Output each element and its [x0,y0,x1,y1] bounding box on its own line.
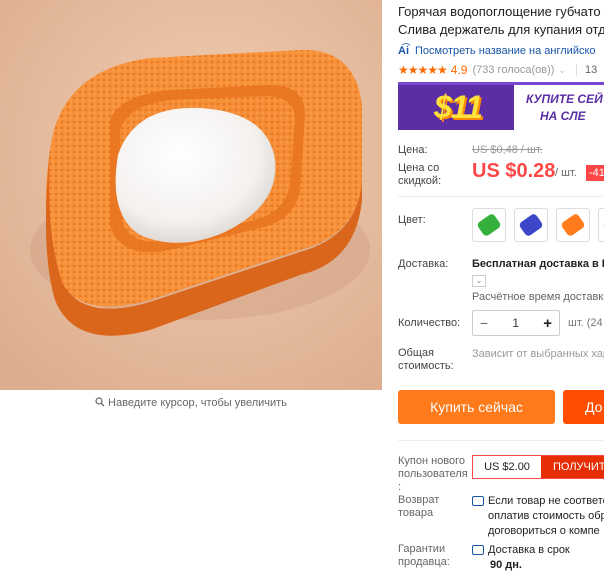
rating-votes[interactable]: (733 голоса(ов)) [472,64,554,76]
translate-icon: A͡i [398,45,409,57]
current-price: US $0.28 [472,160,556,182]
quantity-input[interactable]: 1 [512,316,519,330]
color-label: Цвет: [398,214,426,226]
returns-label: Возврат товара [398,494,439,520]
swatch-fill [518,212,544,238]
magnifier-icon [95,397,105,410]
price-unit: / шт. [555,167,577,179]
divider [575,64,577,76]
quantity-label: Количество: [398,317,461,329]
divider [398,196,604,197]
coupon-box: US $2.00 ПОЛУЧИТ [472,455,604,479]
quantity-available: шт. (24 [568,317,603,329]
orders-count: 13 [584,64,598,76]
rating-row: ★★★★★ 4.9 (733 голоса(ов)) ⌄ 13 [398,63,604,77]
product-title-line: Слива держатель для купания отд [398,22,604,37]
color-swatch-pink[interactable] [598,208,604,242]
warranty-label: Гарантии продавца: [398,543,450,569]
warranty-info-line: Доставка в срок [488,544,570,556]
product-page: Наведите курсор, чтобы увеличить Горячая… [0,0,604,576]
discount-price-row: Цена со скидкой: US $0.28 / шт. -41 [398,160,604,188]
divider [398,440,604,441]
zoom-hint-text: Наведите курсор, чтобы увеличить [108,397,287,409]
promo-text-line: КУПИТЕ СЕЙ [526,92,603,106]
promo-amount: $11 [434,89,483,125]
color-swatch-green[interactable] [472,208,506,242]
color-swatch-blue[interactable] [514,208,548,242]
price-row: Цена: US $0,48 / шт. [398,144,604,157]
swatch-fill [476,212,502,238]
returns-label-line: Возврат [398,494,440,506]
coupon-label-line: пользователя [398,468,468,480]
quantity-minus-button[interactable]: − [480,315,488,331]
buy-now-button[interactable]: Купить сейчас [398,390,555,424]
zoom-hint: Наведите курсор, чтобы увеличить [0,397,382,410]
product-title: Горячая водопоглощение губчато Слива дер… [398,3,604,39]
shipping-method[interactable]: Бесплатная доставка в R [472,258,604,270]
color-swatch-orange[interactable] [556,208,590,242]
returns-info-line: договориться о компе [488,525,600,537]
get-coupon-button[interactable]: ПОЛУЧИТ [541,456,604,478]
total-label-line: Общая [398,347,434,359]
discount-badge: -41 [586,165,604,181]
warranty-info-line: 90 дн. [490,559,522,571]
quantity-stepper: − 1 + [472,310,560,336]
promo-text: КУПИТЕ СЕЙ НА СЛЕ [526,91,604,125]
swatch-fill [560,212,586,238]
return-box-icon [472,496,484,506]
returns-info-line: оплатив стоимость обр [488,510,604,522]
total-label: Общая стоимость: [398,347,454,373]
old-price: US $0,48 / шт. [472,144,543,156]
promo-banner[interactable]: $11 КУПИТЕ СЕЙ НА СЛЕ [398,82,604,130]
coupon-label: Купон нового пользователя : [398,455,468,494]
shipping-estimate: Расчётное время доставки [472,291,604,303]
color-swatches [472,208,604,242]
translate-link-text[interactable]: Посмотреть название на английско [415,45,596,57]
total-note: Зависит от выбранных хар [472,348,604,360]
returns-label-line: товара [398,507,434,519]
translate-link[interactable]: A͡i Посмотреть название на английско [398,45,604,57]
rating-stars: ★★★★★ [398,63,448,77]
returns-info-line: Если товар не соответс [488,495,604,507]
product-image[interactable] [0,0,382,390]
coupon-value: US $2.00 [484,461,530,473]
total-label-line: стоимость: [398,360,454,372]
add-to-cart-button[interactable]: До [563,390,604,424]
quantity-plus-button[interactable]: + [543,315,552,332]
rating-score: 4.9 [450,63,468,77]
price-label: Цена: [398,144,428,156]
warranty-label-line: Гарантии [398,543,446,555]
coupon-label-line: Купон нового [398,455,466,467]
warranty-info: Доставка в срок 90 дн. [488,543,570,573]
coupon-label-line: : [398,481,402,493]
chevron-down-icon[interactable]: ⌄ [558,65,566,76]
product-info: Горячая водопоглощение губчато Слива дер… [398,0,604,576]
truck-icon [472,545,484,555]
chevron-down-icon[interactable]: ⌄ [472,275,486,287]
returns-info: Если товар не соответс оплатив стоимость… [488,494,604,539]
warranty-label-line: продавца: [398,556,450,568]
promo-text-line: НА СЛЕ [540,109,586,123]
shipping-label: Доставка: [398,258,449,270]
product-title-line: Горячая водопоглощение губчато [398,4,601,19]
